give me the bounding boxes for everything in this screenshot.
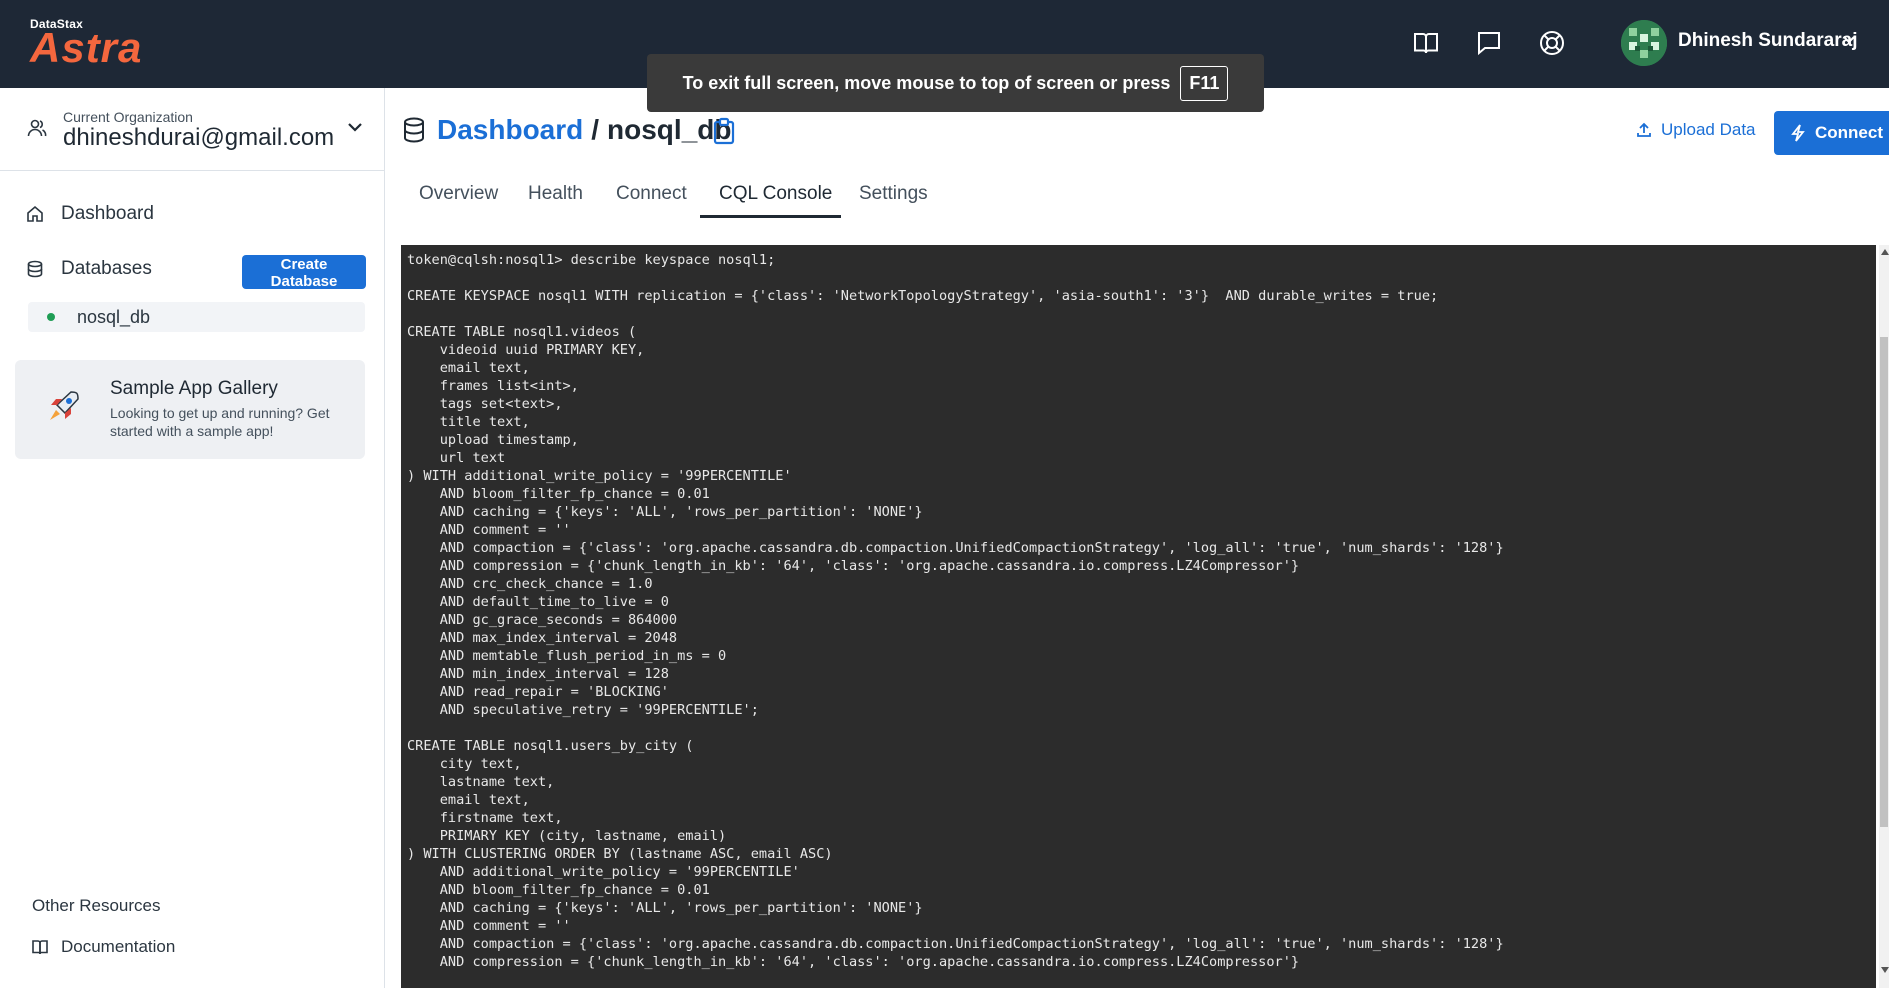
gallery-title: Sample App Gallery	[110, 378, 278, 399]
connect-button[interactable]: Connect	[1774, 111, 1889, 155]
chevron-down-icon[interactable]	[1842, 33, 1856, 52]
scroll-up-arrow-icon[interactable]	[1881, 249, 1889, 255]
rocket-icon	[45, 387, 83, 430]
cql-console[interactable]: token@cqlsh:nosql1> describe keyspace no…	[401, 245, 1876, 988]
home-icon	[27, 205, 43, 222]
console-scroll-thumb[interactable]	[1880, 337, 1888, 827]
console-line: AND default_time_to_live = 0	[407, 594, 669, 610]
tab-connect[interactable]: Connect	[616, 183, 687, 205]
sidebar-item-databases[interactable]: Databases	[26, 258, 152, 280]
console-line: firstname text,	[407, 810, 563, 826]
console-line: ) WITH additional_write_policy = '99PERC…	[407, 468, 792, 484]
upload-icon	[1637, 122, 1651, 137]
connect-label: Connect	[1815, 123, 1883, 142]
console-line: videoid uuid PRIMARY KEY,	[407, 342, 645, 358]
documentation-label: Documentation	[61, 937, 176, 956]
sidebar-item-dashboard[interactable]: Dashboard	[26, 203, 154, 225]
console-line: ) WITH CLUSTERING ORDER BY (lastname ASC…	[407, 846, 833, 862]
console-line: AND speculative_retry = '99PERCENTILE';	[407, 702, 759, 718]
upload-data-button[interactable]: Upload Data	[1636, 120, 1756, 140]
console-line: AND caching = {'keys': 'ALL', 'rows_per_…	[407, 900, 923, 916]
create-database-button[interactable]: Create Database	[242, 255, 366, 290]
console-line: lastname text,	[407, 774, 555, 790]
console-line: AND memtable_flush_period_in_ms = 0	[407, 648, 727, 664]
console-line: AND max_index_interval = 2048	[407, 630, 678, 646]
help-lifebuoy-icon[interactable]	[1535, 26, 1569, 60]
sidebar-item-label: Databases	[61, 258, 152, 279]
console-line: email text,	[407, 360, 530, 376]
console-line: tags set<text>,	[407, 396, 563, 412]
console-line: title text,	[407, 414, 530, 430]
console-line: AND bloom_filter_fp_chance = 0.01	[407, 486, 710, 502]
upload-data-label: Upload Data	[1661, 120, 1756, 139]
console-line: frames list<int>,	[407, 378, 579, 394]
chat-icon[interactable]	[1472, 26, 1506, 60]
tab-overview[interactable]: Overview	[419, 183, 498, 205]
console-line: AND min_index_interval = 128	[407, 666, 669, 682]
scroll-down-arrow-icon[interactable]	[1881, 967, 1889, 973]
clipboard-icon[interactable]	[712, 117, 736, 150]
user-name[interactable]: Dhinesh Sundararaj	[1678, 30, 1858, 52]
console-line: city text,	[407, 756, 522, 772]
lightning-icon	[1791, 124, 1805, 142]
tab-settings[interactable]: Settings	[859, 183, 928, 205]
console-line: PRIMARY KEY (city, lastname, email)	[407, 828, 727, 844]
book-icon[interactable]	[1409, 26, 1443, 60]
db-item-label: nosql_db	[77, 306, 151, 327]
sample-app-gallery-card[interactable]: Sample App Gallery Looking to get up and…	[15, 360, 365, 459]
database-icon	[27, 260, 43, 278]
brand-logo[interactable]: Astra	[30, 26, 142, 70]
console-line: AND comment = ''	[407, 918, 571, 934]
console-line: url text	[407, 450, 506, 466]
console-line: CREATE TABLE nosql1.users_by_city (	[407, 738, 694, 754]
breadcrumb-separator: /	[591, 114, 600, 145]
console-line: AND comment = ''	[407, 522, 571, 538]
breadcrumb-dashboard-link[interactable]: Dashboard	[437, 114, 583, 145]
gallery-description: Looking to get up and running? Get start…	[110, 405, 330, 439]
console-line: AND compaction = {'class': 'org.apache.c…	[407, 936, 1504, 952]
sidebar-item-label: Dashboard	[61, 203, 154, 224]
console-line: AND compaction = {'class': 'org.apache.c…	[407, 540, 1504, 556]
console-line: token@cqlsh:nosql1> describe keyspace no…	[407, 252, 776, 268]
org-label: Current Organization	[63, 109, 193, 125]
database-icon	[402, 117, 426, 148]
tab-health[interactable]: Health	[528, 183, 583, 205]
other-resources-heading: Other Resources	[32, 896, 161, 915]
console-line: email text,	[407, 792, 530, 808]
console-line: AND compression = {'chunk_length_in_kb':…	[407, 558, 1300, 574]
console-line: AND read_repair = 'BLOCKING'	[407, 684, 669, 700]
documentation-link[interactable]: Documentation	[31, 937, 175, 957]
console-line: upload timestamp,	[407, 432, 579, 448]
console-line: AND bloom_filter_fp_chance = 0.01	[407, 882, 710, 898]
console-line: AND gc_grace_seconds = 864000	[407, 612, 678, 628]
console-line: AND caching = {'keys': 'ALL', 'rows_per_…	[407, 504, 923, 520]
console-line: AND compression = {'chunk_length_in_kb':…	[407, 954, 1300, 970]
breadcrumb: Dashboard / nosql_db	[437, 114, 731, 146]
console-line: CREATE TABLE nosql1.videos (	[407, 324, 637, 340]
toast-message: To exit full screen, move mouse to top o…	[682, 72, 1171, 93]
tab-cql-console[interactable]: CQL Console	[719, 183, 832, 205]
sidebar-db-item[interactable]: nosql_db	[28, 302, 365, 332]
toast-key: F11	[1180, 65, 1229, 101]
console-line: AND crc_check_chance = 1.0	[407, 576, 653, 592]
status-dot	[47, 313, 55, 321]
active-tab-indicator	[700, 215, 841, 218]
users-icon	[27, 118, 47, 143]
divider	[0, 170, 384, 171]
console-line: CREATE KEYSPACE nosql1 WITH replication …	[407, 288, 1439, 304]
console-line: AND additional_write_policy = '99PERCENT…	[407, 864, 800, 880]
fullscreen-toast: To exit full screen, move mouse to top o…	[647, 54, 1264, 112]
chevron-down-icon[interactable]	[346, 118, 364, 141]
avatar[interactable]	[1621, 20, 1667, 66]
org-selector[interactable]: dhineshdurai@gmail.com	[63, 124, 334, 152]
console-output[interactable]: token@cqlsh:nosql1> describe keyspace no…	[401, 245, 1876, 971]
book-icon	[32, 940, 48, 955]
sidebar: Current Organization dhineshdurai@gmail.…	[0, 88, 385, 988]
